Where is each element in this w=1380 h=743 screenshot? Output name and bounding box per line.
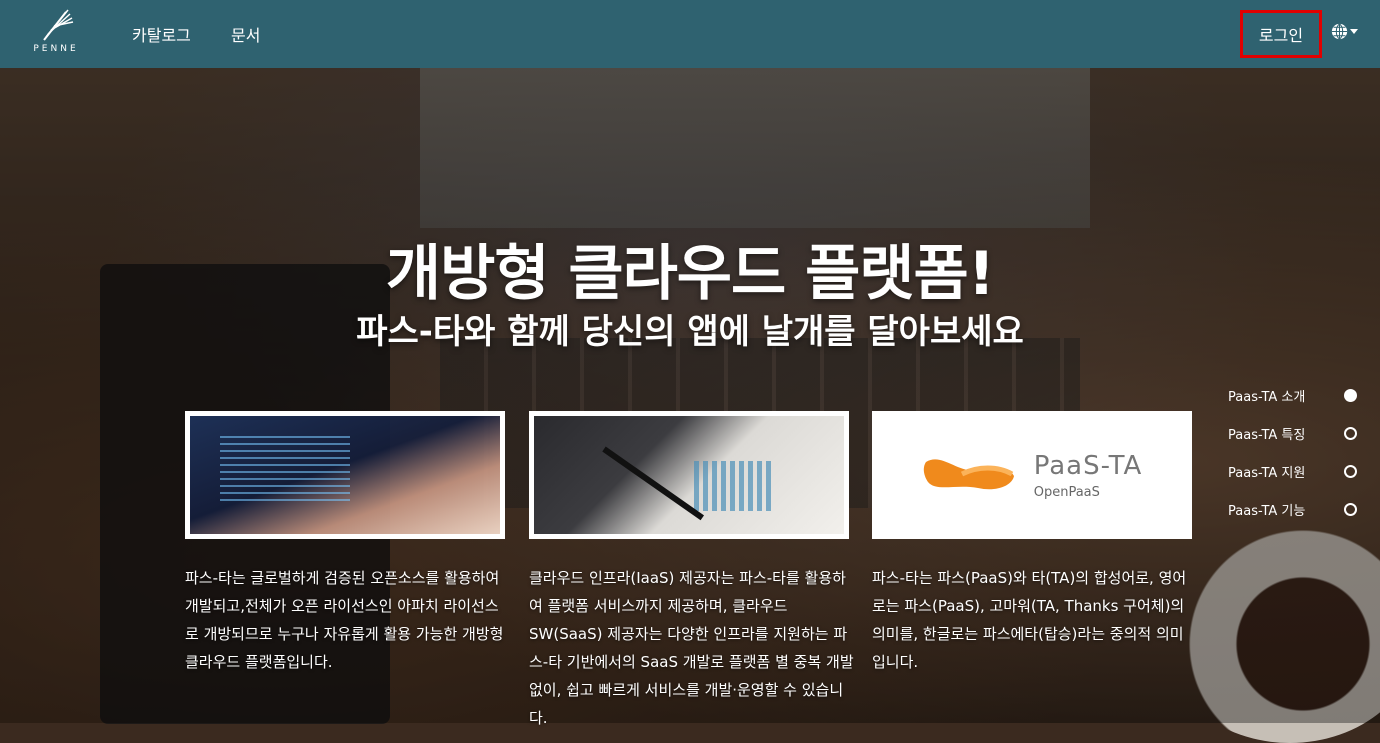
nav-catalog-link[interactable]: 카탈로그 <box>132 22 191 46</box>
section-nav-support[interactable]: Paas-TA 지원 <box>1228 452 1358 490</box>
feather-icon <box>43 9 74 41</box>
globe-icon <box>1331 23 1348 40</box>
section-dot-nav: Paas-TA 소개 Paas-TA 특징 Paas-TA 지원 Paas-TA… <box>1228 376 1358 528</box>
section-nav-functions[interactable]: Paas-TA 기능 <box>1228 490 1358 528</box>
card-description-3: 파스-타는 파스(PaaS)와 타(TA)의 합성어로, 영어로는 파스(Paa… <box>872 569 1187 671</box>
chevron-down-icon <box>1350 29 1358 34</box>
section-nav-label: Paas-TA 소개 <box>1228 389 1306 405</box>
nav-docs-link[interactable]: 문서 <box>231 22 260 46</box>
hero-title: 개방형 클라우드 플랫폼! <box>385 239 995 309</box>
paasta-logo-icon <box>923 459 1014 490</box>
top-navbar: PENNE 카탈로그 문서 로그인 <box>0 0 1380 68</box>
section-dot[interactable] <box>1344 502 1357 516</box>
card-description-2: 클라우드 인프라(IaaS) 제공자는 파스-타를 활용하여 플랫폼 서비스까지… <box>529 569 854 727</box>
login-button[interactable]: 로그인 <box>1240 10 1322 58</box>
section-nav-label: Paas-TA 지원 <box>1228 465 1306 481</box>
card-description-1: 파스-타는 글로벌하게 검증된 오픈소스를 활용하여 개발되고,전체가 오픈 라… <box>185 569 504 671</box>
paasta-logo-card: PaaS-TA OpenPaaS <box>872 411 1192 539</box>
paasta-logo-title: PaaS-TA <box>1033 450 1143 481</box>
card-image-coding <box>185 411 505 539</box>
section-dot[interactable] <box>1344 464 1357 478</box>
section-nav-label: Paas-TA 기능 <box>1228 503 1306 519</box>
section-nav-label: Paas-TA 특징 <box>1228 427 1306 443</box>
hero-subtitle: 파스-타와 함께 당신의 앱에 날개를 달아보세요 <box>356 312 1024 352</box>
section-dot-active[interactable] <box>1344 388 1357 402</box>
penne-logo[interactable]: PENNE <box>26 8 86 60</box>
section-nav-intro[interactable]: Paas-TA 소개 <box>1228 376 1358 414</box>
language-selector[interactable] <box>1331 23 1358 40</box>
paasta-logo-subtitle: OpenPaaS <box>1033 484 1100 500</box>
section-dot[interactable] <box>1344 426 1357 440</box>
section-nav-features[interactable]: Paas-TA 특징 <box>1228 414 1358 452</box>
logo-text: PENNE <box>33 44 79 54</box>
card-image-business <box>529 411 849 539</box>
